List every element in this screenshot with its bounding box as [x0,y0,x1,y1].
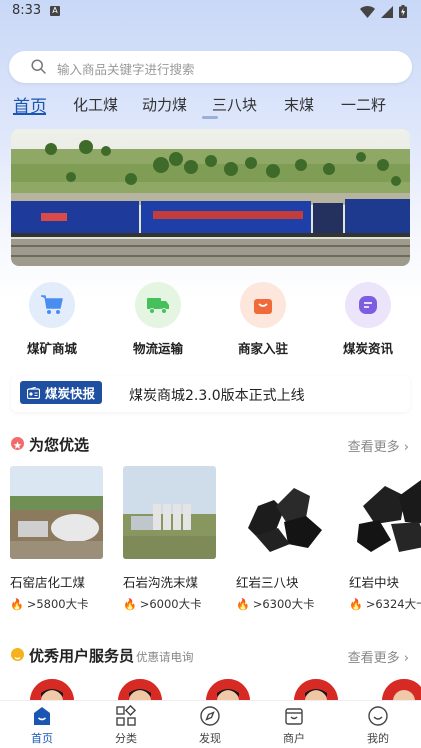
product-calorie: 🔥 >6300大卡 [236,597,315,611]
status-time: 8:33 [12,3,42,18]
chevron-right-icon: › [403,651,409,666]
product-image [10,466,103,559]
recommend-section-header: 为您优选 查看更多 › [0,432,421,456]
home-icon [12,705,72,727]
flame-icon: 🔥 [349,597,363,611]
tab-power-coal[interactable]: 动力煤 [142,94,187,115]
status-bar: 8:33 A [0,0,421,24]
search-placeholder: 输入商品关键字进行搜索 [57,62,195,77]
product-calorie: 🔥>6324大卡 [349,597,421,611]
news-ticker[interactable]: 煤炭快报 煤炭商城2.3.0版本正式上线 [11,376,410,412]
notification-icon: A [50,6,60,16]
category-icon [96,705,156,727]
tab-sanba-block[interactable]: 三八块 [212,94,257,115]
shop-bag-icon [240,282,286,328]
signal-icon [381,5,393,18]
tab-active-underline [13,113,46,115]
cart-icon [29,282,75,328]
nav-home[interactable]: 首页 [12,705,72,746]
product-calorie: 🔥 >5800大卡 [10,597,89,611]
nav-mine[interactable]: 我的 [348,705,408,746]
nav-label: 商户 [283,732,305,745]
product-card[interactable]: 红岩三八块 🔥 >6300大卡 [236,466,329,612]
nav-discover[interactable]: 发现 [180,705,240,746]
news-badge-label: 煤炭快报 [45,386,96,401]
chevron-right-icon: › [403,440,409,455]
flame-icon: 🔥 [123,597,137,611]
product-image [123,466,216,559]
tab-chemical-coal[interactable]: 化工煤 [73,94,118,115]
news-badge: 煤炭快报 [20,381,102,404]
search-bar[interactable]: 输入商品关键字进行搜索 [9,51,412,83]
smile-icon [348,705,408,727]
tab-fine-coal[interactable]: 末煤 [284,94,314,115]
scroll-indicator [202,116,218,119]
nav-category[interactable]: 分类 [96,705,156,746]
quick-categories: 煤矿商城 物流运输 商家入驻 煤炭资讯 [0,282,421,357]
flame-icon: 🔥 [10,597,24,611]
product-name: 红岩中块 [349,575,400,590]
battery-icon [399,5,407,18]
category-label: 物流运输 [132,341,183,356]
store-icon [264,705,324,727]
view-more-link[interactable]: 查看更多 › [348,436,409,455]
product-card[interactable]: 红岩中块 🔥>6324大卡 [349,466,421,612]
search-icon [31,59,46,74]
product-name: 石窑店化工煤 [10,575,86,590]
category-merchant-join[interactable]: 商家入驻 [223,282,303,357]
service-section-header: 优秀用户服务员 优惠请电询 查看更多 › [0,643,421,667]
banner-train-image [11,129,410,266]
product-name: 红岩三八块 [236,575,299,590]
news-icon [345,282,391,328]
bottom-navigation: 首页 分类 发现 商户 我的 [0,700,421,748]
category-label: 煤炭资讯 [342,341,393,356]
section-title: 优秀用户服务员 [29,647,135,665]
product-card[interactable]: 石窑店化工煤 🔥 >5800大卡 [10,466,103,612]
nav-label: 分类 [115,732,137,745]
category-logistics[interactable]: 物流运输 [118,282,198,357]
view-more-link[interactable]: 查看更多 › [348,647,409,666]
smile-badge-icon [11,648,24,661]
banner-carousel[interactable] [11,129,410,266]
nav-merchant[interactable]: 商户 [264,705,324,746]
nav-label: 首页 [31,732,53,745]
star-icon [11,437,24,450]
tab-yier-zi[interactable]: 一二籽 [341,94,386,115]
news-headline[interactable]: 煤炭商城2.3.0版本正式上线 [129,385,305,405]
category-coal-news[interactable]: 煤炭资讯 [328,282,408,357]
flame-icon: 🔥 [236,597,250,611]
section-title: 为您优选 [29,436,90,454]
nav-label: 我的 [367,732,389,745]
category-label: 商家入驻 [237,341,288,356]
product-image [236,466,329,559]
nav-label: 发现 [199,732,221,745]
category-coal-mall[interactable]: 煤矿商城 [12,282,92,357]
product-name: 石岩沟洗末煤 [123,575,199,590]
wifi-icon [360,5,375,18]
category-label: 煤矿商城 [26,341,77,356]
radio-icon [27,386,40,399]
product-card[interactable]: 石岩沟洗末煤 🔥 >6000大卡 [123,466,216,612]
truck-icon [135,282,181,328]
product-image [349,466,421,559]
section-subtitle: 优惠请电询 [136,650,194,664]
product-calorie: 🔥 >6000大卡 [123,597,202,611]
compass-icon [180,705,240,727]
